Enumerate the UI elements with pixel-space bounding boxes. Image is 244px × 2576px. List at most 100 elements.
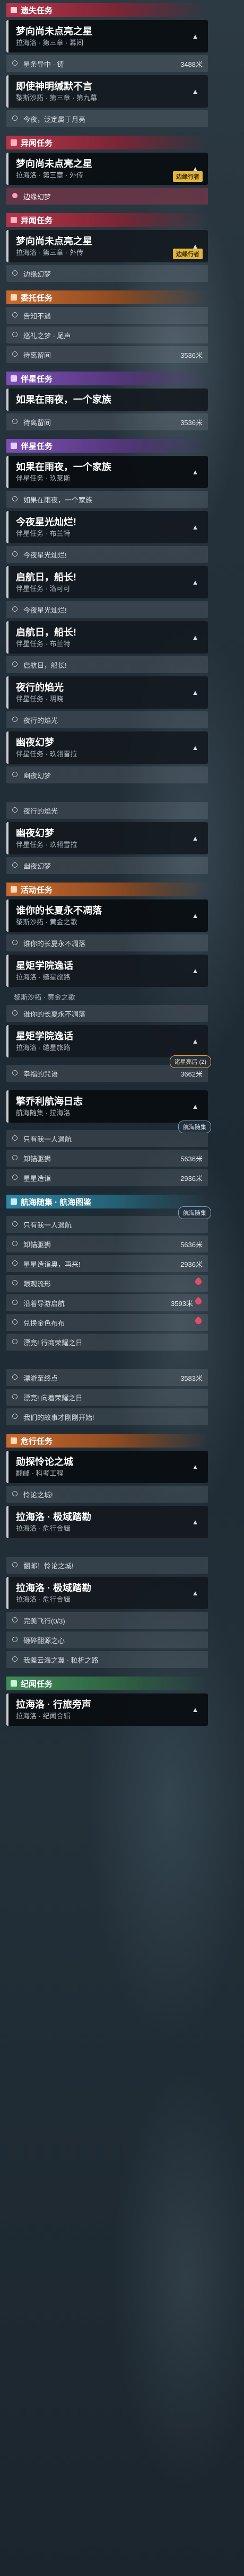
quest-step[interactable]: 如果在雨夜，一个家族 [6, 491, 208, 508]
circle-icon [12, 1637, 18, 1642]
quest-card[interactable]: 启航日，船长! 伴星任务 · 布兰特 ▲ [6, 621, 208, 654]
distance-label: 3593米 [171, 1299, 193, 1308]
quest-card[interactable]: 今夜星光灿烂! 伴星任务 · 布兰特 ▲ [6, 511, 208, 543]
circle-icon [12, 1300, 18, 1305]
quest-step[interactable]: 谁你的长夏永不凋落 [6, 1005, 208, 1022]
quest-step[interactable]: 怜论之城! [6, 1486, 208, 1503]
quest-step[interactable]: 今夜星光灿烂! [6, 546, 208, 563]
quest-step[interactable]: 漂亮! 行商荣耀之日 [6, 1334, 208, 1351]
chevron-up-icon[interactable]: ▲ [190, 1101, 201, 1112]
chevron-up-icon[interactable]: ▲ [190, 522, 201, 533]
circle-icon [12, 60, 18, 66]
chevron-up-icon[interactable]: ▲ [190, 632, 201, 643]
chevron-up-icon[interactable]: ▲ [190, 687, 201, 698]
quest-step[interactable]: 只有我一人遇航 航海随集 [6, 1121, 211, 1147]
section-header-danger: 危行任务 [6, 1434, 208, 1448]
quest-step[interactable]: 启航日，船长! [6, 656, 208, 673]
quest-step[interactable]: 砸碎翻源之心 [6, 1631, 208, 1648]
chevron-up-icon[interactable]: ▲ [190, 966, 201, 976]
quest-step[interactable]: 边缘幻梦 [6, 188, 208, 205]
quest-step[interactable]: 漂亮! 向着荣耀之日 [6, 1389, 208, 1406]
quest-step[interactable]: 待离留间 3536米 [6, 346, 208, 363]
quest-step[interactable]: 巡礼之梦 · 尾声 [6, 327, 208, 343]
quest-step[interactable]: 幽夜幻梦 [6, 766, 208, 783]
chevron-up-icon[interactable]: ▲ [190, 31, 201, 42]
quest-step[interactable]: 星星造诣奥，再来! 2936米 [6, 1255, 208, 1272]
quest-step[interactable]: 兑换金色布布 [6, 1314, 208, 1331]
section-header-record: 纪闻任务 [6, 1677, 208, 1690]
quest-step[interactable]: 星条导中 · 铸 3488米 [6, 55, 208, 72]
quest-step[interactable]: 星星造诣 2936米 [6, 1169, 208, 1186]
chevron-up-icon[interactable]: ▲ [190, 743, 201, 753]
quest-card[interactable]: 如果在雨夜，一个家族 伴星任务 · 玖莱斯 ▲ [6, 456, 208, 488]
circle-icon [12, 1135, 18, 1141]
quest-step[interactable]: 只有我一人遇航 航海随集 [6, 1206, 211, 1233]
quest-step[interactable]: 沿着导游启航 3593米 [6, 1294, 208, 1311]
quest-title: 今夜星光灿烂! [16, 517, 76, 527]
quest-step[interactable]: 幽夜幻梦 [6, 857, 208, 874]
quest-step[interactable]: 夜行的焰光 [6, 711, 208, 728]
quest-card[interactable]: 梦向尚未点亮之星 拉海洛 · 第三章 · 幕间 ▲ [6, 20, 208, 52]
quest-step[interactable]: 待离留间 3536米 [6, 413, 208, 430]
quest-step[interactable]: 漂游至终点 3583米 [6, 1369, 208, 1386]
quest-subtitle: 黎斯沙拓 · 第三章 · 第九幕 [16, 94, 98, 102]
circle-icon [12, 1656, 18, 1662]
quest-card[interactable]: 幽夜幻梦 伴星任务 · 玖翎雪拉 ▲ [6, 822, 208, 854]
chevron-up-icon[interactable]: ▲ [190, 1588, 201, 1599]
circle-icon [12, 1617, 18, 1622]
circle-icon [12, 1491, 18, 1496]
section-header-mystery-2: 异闻任务 [6, 213, 208, 227]
quest-card[interactable]: 谁你的长夏永不凋落 黎斯沙拓 · 黄金之歌 ▲ [6, 899, 208, 932]
chevron-up-icon[interactable]: ▲ [190, 467, 201, 478]
circle-icon [12, 1280, 18, 1285]
quest-step[interactable]: 卸锚驱狮 5636米 [6, 1236, 208, 1252]
quest-step[interactable]: 告知不遇 [6, 307, 208, 324]
section-header-voyage: 航海随集 · 航海图鉴 [6, 1195, 208, 1208]
chevron-up-icon[interactable]: ▲ [190, 833, 201, 844]
quest-step[interactable]: 翻邮！怜论之城! [6, 1557, 208, 1574]
quest-step[interactable]: 谁你的长夏永不凋落 [6, 934, 208, 951]
quest-card[interactable]: 勋探怜论之城 翻邮 · 科考工程 ▲ [6, 1451, 208, 1483]
quest-step[interactable]: 眼观流形 [6, 1275, 208, 1292]
quest-list[interactable]: 遗失任务 梦向尚未点亮之星 拉海洛 · 第三章 · 幕间 ▲ 星条导中 · 铸 … [6, 0, 211, 1726]
circle-icon [12, 1070, 18, 1075]
chevron-up-icon[interactable]: ▲ [190, 1517, 201, 1528]
quest-card[interactable]: 拉海洛 · 行旅旁声 拉海洛 · 纪闻合辑 ▲ [6, 1693, 208, 1726]
chevron-up-icon[interactable]: ▲ [190, 86, 201, 97]
section-icon [11, 7, 17, 13]
chevron-up-icon[interactable]: ▲ [190, 1462, 201, 1472]
quest-card[interactable]: 如果在雨夜，一个家族 [6, 389, 208, 411]
quest-card[interactable]: 擎乔利航海日志 航海随集 · 拉海洛 ▲ [6, 1090, 208, 1123]
quest-step[interactable]: 边缘幻梦 [6, 265, 208, 282]
quest-step[interactable]: 卸锚驱狮 5636米 [6, 1150, 208, 1167]
quest-subtitle: 拉海洛 · 危行合辑 [16, 1595, 71, 1603]
quest-title: 拉海洛 · 极域踏勘 [16, 1512, 91, 1522]
quest-card[interactable]: 梦向尚未点亮之星 拉海洛 · 第三章 · 外传 ▲ 边缘行者 [6, 153, 208, 185]
circle-icon [12, 1414, 18, 1419]
quest-step[interactable]: 幸福的咒语 3662米 诸星亮后 (2) [6, 1055, 211, 1082]
quest-step[interactable]: 完美飞行(0/3) [6, 1612, 208, 1629]
tag-badge: 边缘行者 [173, 249, 203, 259]
quest-card[interactable]: 启航日，船长! 伴星任务 · 洛可可 ▲ [6, 566, 208, 598]
chevron-up-icon[interactable]: ▲ [190, 577, 201, 588]
chevron-up-icon[interactable]: ▲ [190, 1705, 201, 1715]
quest-step[interactable]: 我差云海之翼 · 粒析之路 [6, 1651, 208, 1668]
quest-card[interactable]: 梦向尚未点亮之星 拉海洛 · 第三章 · 外传 ▲ 边缘行者 [6, 230, 208, 262]
quest-step[interactable]: 夜行的焰光 [6, 802, 208, 819]
chevron-up-icon[interactable]: ▲ [190, 1036, 201, 1047]
quest-card[interactable]: 夜行的焰光 伴星任务 · 玥晓 ▲ [6, 676, 208, 709]
quest-card[interactable]: 幽夜幻梦 伴星任务 · 玖翎雪拉 ▲ [6, 731, 208, 764]
quest-card[interactable]: 星矩学院逸话 拉海洛 · 缱星旅路 ▲ [6, 955, 208, 987]
quest-step[interactable]: 我们的故事才刚刚开始! [6, 1408, 208, 1425]
quest-step[interactable]: 今夜星光灿烂! [6, 601, 208, 618]
chevron-up-icon[interactable]: ▲ [190, 911, 201, 921]
quest-card[interactable]: 拉海洛 · 极域踏勘 拉海洛 · 危行合辑 ▲ [6, 1577, 208, 1609]
section-header-commission: 委托任务 [6, 290, 208, 304]
distance-label: 3536米 [180, 418, 203, 427]
quest-card[interactable]: 拉海洛 · 极域踏勘 拉海洛 · 危行合辑 ▲ [6, 1506, 208, 1538]
distance-label: 3662米 [180, 1070, 203, 1078]
quest-card[interactable]: 星矩学院逸话 拉海洛 · 缱星旅路 ▲ [6, 1025, 208, 1057]
quest-step[interactable]: 今夜，泛定属于月亮 [6, 110, 208, 127]
quest-card[interactable]: 即使神明缄默不言 黎斯沙拓 · 第三章 · 第九幕 ▲ [6, 75, 208, 108]
circle-icon [12, 312, 18, 317]
